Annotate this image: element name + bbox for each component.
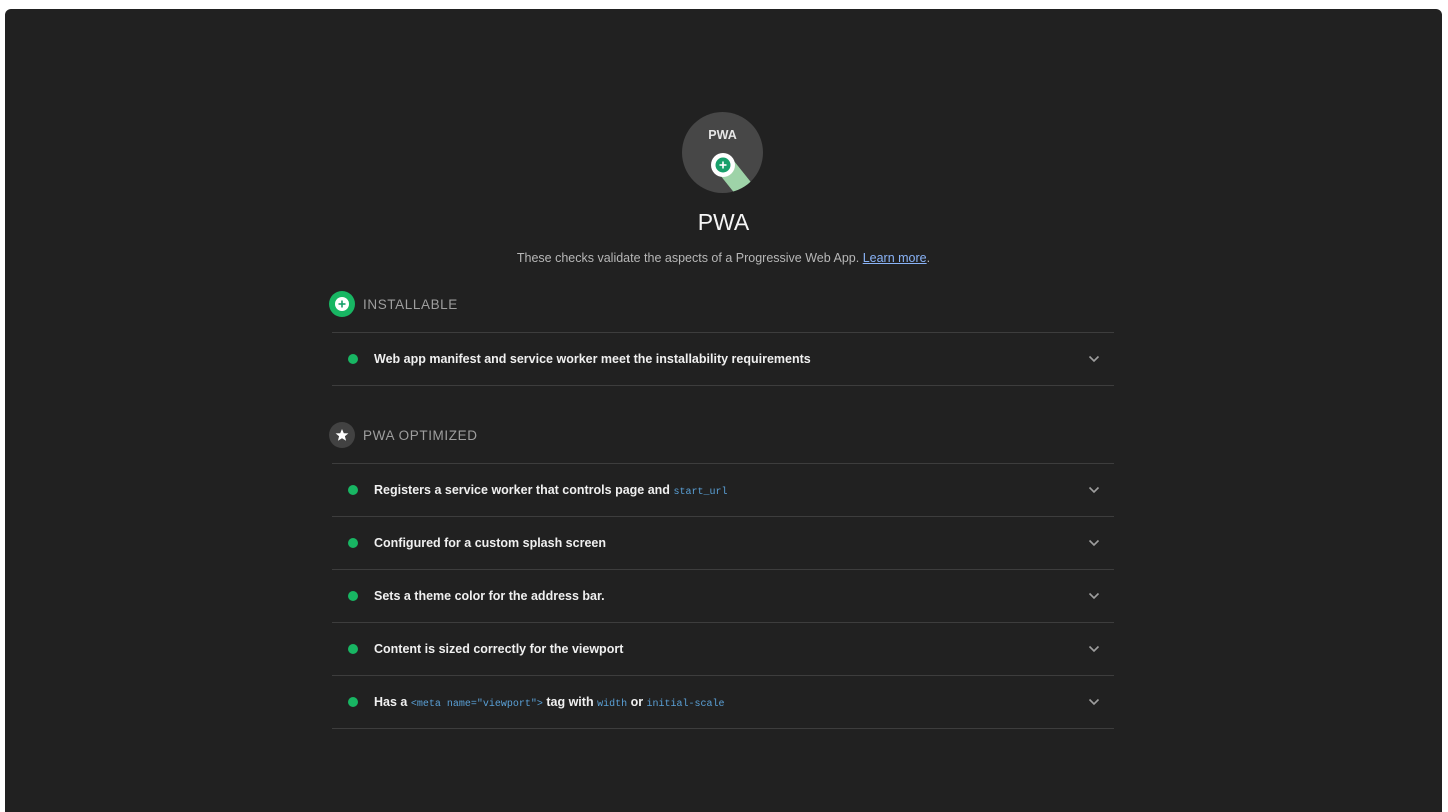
pass-status-dot — [348, 354, 358, 364]
category-description: These checks validate the aspects of a P… — [5, 251, 1442, 265]
description-period: . — [926, 251, 931, 265]
plus-icon — [329, 291, 355, 317]
star-icon — [329, 422, 355, 448]
pass-status-dot — [348, 591, 358, 601]
chevron-down-icon[interactable] — [1088, 645, 1100, 653]
audit-title: Sets a theme color for the address bar. — [374, 589, 605, 603]
pass-status-dot — [348, 697, 358, 707]
learn-more-link[interactable]: Learn more — [863, 251, 927, 265]
audit-splash-screen[interactable]: Configured for a custom splash screen — [332, 517, 1114, 570]
audit-title-text: Registers a service worker that controls… — [374, 482, 670, 497]
installable-audit-list: Web app manifest and service worker meet… — [332, 332, 1114, 386]
audit-code-initial-scale: initial-scale — [646, 698, 725, 710]
chevron-down-icon[interactable] — [1088, 355, 1100, 363]
audit-viewport[interactable]: Has a <meta name="viewport"> tag with wi… — [332, 676, 1114, 729]
description-text: These checks validate the aspects of a P… — [516, 251, 860, 265]
category-title: PWA — [697, 209, 750, 235]
gauge-installable-icon — [711, 153, 735, 177]
chevron-down-icon[interactable] — [1088, 539, 1100, 547]
audit-title-text: Has a — [374, 694, 408, 709]
audit-code-start-url: start_url — [673, 486, 728, 498]
group-installable-header: INSTALLABLE — [329, 290, 458, 318]
chevron-down-icon[interactable] — [1088, 486, 1100, 494]
audit-title: Configured for a custom splash screen — [374, 536, 606, 550]
chevron-down-icon[interactable] — [1088, 592, 1100, 600]
group-optimized-label: PWA OPTIMIZED — [363, 427, 478, 443]
pass-status-dot — [348, 644, 358, 654]
audit-code-width: width — [597, 698, 628, 710]
gauge-label: PWA — [708, 128, 736, 142]
chevron-down-icon[interactable] — [1088, 698, 1100, 706]
optimized-audit-list: Registers a service worker that controls… — [332, 463, 1114, 729]
group-optimized-header: PWA OPTIMIZED — [329, 421, 478, 449]
audit-title: Registers a service worker that controls… — [374, 483, 727, 498]
group-installable-label: INSTALLABLE — [363, 296, 458, 312]
audit-title: Content is sized correctly for the viewp… — [374, 642, 624, 656]
audit-title: Has a <meta name="viewport"> tag with wi… — [374, 695, 725, 710]
audit-content-width[interactable]: Content is sized correctly for the viewp… — [332, 623, 1114, 676]
pwa-category-gauge[interactable]: PWA — [682, 112, 763, 193]
audit-code-meta-viewport: <meta name="viewport"> — [410, 698, 543, 710]
pass-status-dot — [348, 485, 358, 495]
audit-title: Web app manifest and service worker meet… — [374, 352, 811, 366]
report-panel: PWA PWA These checks validate the aspect… — [5, 9, 1442, 812]
pass-status-dot — [348, 538, 358, 548]
audit-theme-color[interactable]: Sets a theme color for the address bar. — [332, 570, 1114, 623]
audit-title-text: or — [630, 694, 644, 709]
audit-service-worker[interactable]: Registers a service worker that controls… — [332, 464, 1114, 517]
audit-installable-manifest[interactable]: Web app manifest and service worker meet… — [332, 333, 1114, 386]
audit-title-text: tag with — [546, 694, 594, 709]
